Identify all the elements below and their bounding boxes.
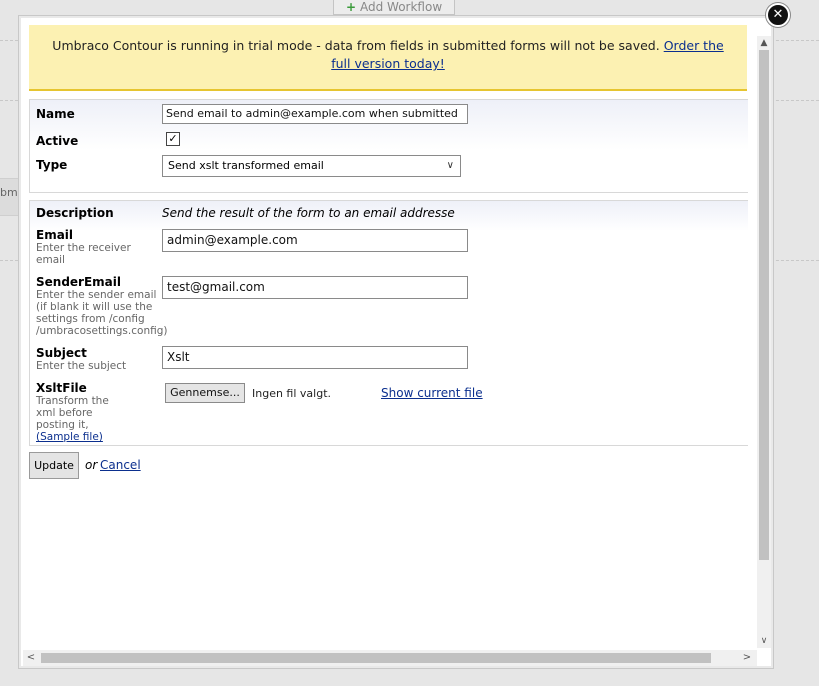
plus-icon: + xyxy=(346,0,357,14)
email-input[interactable]: admin@example.com xyxy=(162,229,468,252)
dialog-content: Umbraco Contour is running in trial mode… xyxy=(28,24,748,649)
update-button[interactable]: Update xyxy=(29,452,79,479)
trial-notice: Umbraco Contour is running in trial mode… xyxy=(29,25,747,91)
add-workflow-label: Add Workflow xyxy=(360,0,443,14)
no-file-chosen-text: Ingen fil valgt. xyxy=(252,387,332,400)
name-input[interactable]: Send email to admin@example.com when sub… xyxy=(162,104,468,124)
active-label: Active xyxy=(36,134,79,148)
background-text: bm xyxy=(0,186,18,199)
show-current-file-link[interactable]: Show current file xyxy=(381,386,483,400)
dialog-body: Umbraco Contour is running in trial mode… xyxy=(21,18,771,666)
description-value: Send the result of the form to an email … xyxy=(162,206,455,220)
type-select[interactable]: Send xslt transformed email ∨ xyxy=(162,155,461,177)
chevron-up-icon[interactable]: ▲ xyxy=(757,36,771,50)
subject-input[interactable]: Xslt xyxy=(162,346,468,369)
chevron-left-icon[interactable]: < xyxy=(23,650,39,666)
workflow-dialog: Umbraco Contour is running in trial mode… xyxy=(18,15,774,669)
sender-email-label: SenderEmail xyxy=(36,275,121,289)
add-workflow-button[interactable]: + Add Workflow xyxy=(333,0,455,15)
sender-email-hint: Enter the sender email (if blank it will… xyxy=(36,289,168,337)
subject-label: Subject xyxy=(36,346,87,360)
type-label: Type xyxy=(36,158,68,172)
type-select-value: Send xslt transformed email xyxy=(168,159,324,172)
email-label: Email xyxy=(36,228,74,242)
horizontal-scroll-thumb[interactable] xyxy=(41,653,711,663)
sender-email-input[interactable]: test@gmail.com xyxy=(162,276,468,299)
description-label: Description xyxy=(36,206,114,220)
xslt-file-hint: Transform the xml before posting it,(Sam… xyxy=(36,395,116,443)
chevron-down-icon: ∨ xyxy=(446,160,454,171)
cancel-link[interactable]: Cancel xyxy=(100,458,141,472)
close-icon[interactable]: ✕ xyxy=(766,3,790,27)
browse-file-button[interactable]: Gennemse... xyxy=(165,383,245,403)
settings-section: Description Send the result of the form … xyxy=(29,200,748,446)
or-text: or xyxy=(85,458,98,472)
checkmark-icon: ✓ xyxy=(168,132,178,145)
vertical-scroll-thumb[interactable] xyxy=(759,50,769,560)
name-label: Name xyxy=(36,107,75,121)
vertical-scrollbar[interactable]: ▲ ∨ xyxy=(757,36,771,648)
horizontal-scrollbar[interactable]: < > xyxy=(23,650,757,666)
active-checkbox[interactable]: ✓ xyxy=(166,132,180,146)
chevron-down-icon[interactable]: ∨ xyxy=(757,634,771,648)
chevron-right-icon[interactable]: > xyxy=(739,650,755,666)
trial-notice-text: Umbraco Contour is running in trial mode… xyxy=(52,38,660,53)
general-section: Name Send email to admin@example.com whe… xyxy=(29,99,748,193)
email-hint: Enter the receiver email xyxy=(36,242,131,266)
sample-file-link[interactable]: (Sample file) xyxy=(36,431,103,443)
subject-hint: Enter the subject xyxy=(36,360,127,372)
xslt-file-label: XsltFile xyxy=(36,381,87,395)
xslt-file-hint-text: Transform the xml before posting it, xyxy=(36,395,109,431)
